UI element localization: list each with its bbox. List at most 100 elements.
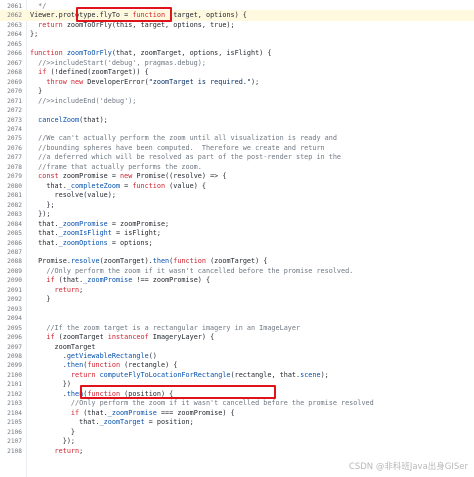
code-token: function [132,181,166,190]
code-token: "zoomTarget is required." [148,77,251,86]
code-token: //a deferred which will be resolved as p… [30,153,341,162]
code-token: }; [30,30,39,39]
code-token: zoomToOrFly(this, target, options, true)… [66,20,235,29]
code-token: //If the zoom target is a rectangular im… [30,323,301,332]
code-token: (that. [58,276,84,285]
code-line: 2108 return; [0,446,474,457]
code-token: = [120,181,133,190]
code-token: (!defined(zoomTarget)) { [50,68,149,77]
code-token: . [30,352,67,361]
code-token: ImageryLayer) { [152,333,215,342]
code-token: }) [30,380,71,389]
code-token: (rectangle) { [120,361,178,370]
code-token: if [30,408,84,417]
code-token: if [30,276,59,285]
code-token: === zoomPromise) { [156,408,235,417]
line-number: 2108 [7,447,22,455]
code-token: (zoomTarget) { [206,257,268,266]
code-token: (that. [83,408,108,417]
code-token: if [30,333,59,342]
code-token: return [30,285,80,294]
code-token: computeFlyToLocationForRectangle [99,370,231,379]
code-token: //>>includeStart('debug', pragmas.debug)… [30,58,206,67]
code-token: if [30,68,51,77]
watermark: CSDN @非科班Java出身GISer [348,462,468,472]
code-token: _zoomPromise [107,408,157,417]
code-token: = options; [107,238,153,247]
code-token: (value) { [165,181,206,190]
code-token: _zoomOptions [58,238,108,247]
code-text: return; [30,446,84,457]
code-token: (target, options) { [165,11,247,20]
code-token: that. [30,229,59,238]
code-token: _completeZoom [66,181,121,190]
code-token: = zoomPromise; [107,219,170,228]
code-token: () [148,352,157,361]
code-token: function [87,389,121,398]
code-token: that. [30,418,100,427]
code-token: cancelZoom [30,115,80,124]
code-token: //Only perform the zoom if it wasn't can… [30,399,374,408]
code-token: } [30,87,43,96]
code-token: _zoomIsFlight [58,229,112,238]
code-token: return [30,446,80,455]
code-token: Promise((resolve) => { [136,172,227,181]
code-token: (that); [79,115,108,124]
code-token: that. [30,219,59,228]
code-token: Promise. [30,257,71,266]
code-token: . [30,361,67,370]
code-token: function [132,11,166,20]
code-token: ); [251,77,260,86]
code-token: }); [30,210,51,219]
code-token: (zoomTarget). [99,257,153,266]
code-token: (that, zoomTarget, options, isFlight) { [111,49,272,58]
code-token: = isFlight; [111,229,161,238]
code-token: getViewableRectangle [66,352,149,361]
code-token: zoomTarget [30,342,96,351]
code-token: function [87,361,121,370]
code-token: return [30,20,67,29]
code-token: ; [79,285,84,294]
code-token: = position; [144,418,194,427]
code-token: (rectangle, that. [230,370,301,379]
code-token: _zoomPromise [83,276,133,285]
code-token: !== zoomPromise) { [132,276,211,285]
code-token: that. [30,181,67,190]
code-token: instanceof [107,333,153,342]
code-token: //>>includeEnd('debug'); [30,96,137,105]
code-token: function [30,49,67,58]
code-token: Viewer.prototype.flyTo = [30,11,133,20]
code-token: } [30,427,76,436]
code-token: _zoomTarget [99,418,145,427]
code-token: } [30,295,51,304]
code-token: //frame that actually performs the zoom. [30,162,202,171]
code-token: */ [30,2,47,10]
code-token: zoomToOrFly [66,49,112,58]
code-token: ); [320,370,329,379]
code-token: then [66,361,84,370]
code-token: scene [300,370,321,379]
code-token: zoomPromise = [62,172,121,181]
code-token: (position) { [120,389,174,398]
code-token: DeveloperError( [87,77,149,86]
code-token: resolve [70,257,100,266]
code-token: _zoomPromise [58,219,108,228]
code-token: function [173,257,206,266]
code-token: then [152,257,170,266]
code-token: }; [30,200,55,209]
code-token: then [66,389,84,398]
code-token: }); [30,437,76,446]
code-token: new [120,172,137,181]
code-token: return [30,370,100,379]
code-token: const [30,172,63,181]
code-token: that. [30,238,59,247]
code-editor: 2061 */2062 Viewer.prototype.flyTo = func… [0,0,474,477]
code-token: resolve(value); [30,191,116,200]
code-token: . [30,389,67,398]
code-token: ; [79,446,84,455]
code-token: //bounding spheres have been computed. T… [30,143,325,152]
code-token: //We can't actually perform the zoom unt… [30,134,337,143]
code-token: //Only perform the zoom if it wasn't can… [30,266,354,275]
code-token: throw new [30,77,88,86]
code-token: (zoomTarget [58,333,108,342]
